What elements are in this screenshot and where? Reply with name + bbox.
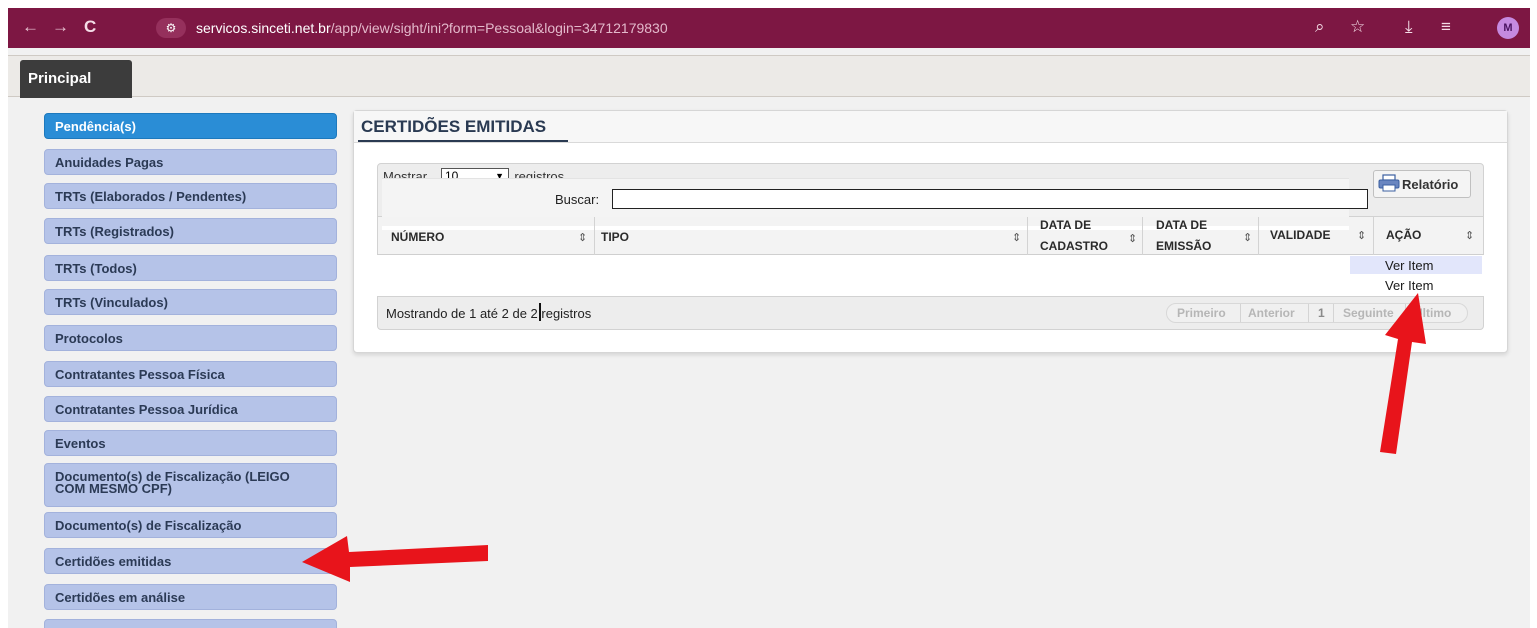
address-bar[interactable]: servicos.sinceti.net.br/app/view/sight/i… <box>196 18 668 38</box>
sidebar-item-trts-vinculados[interactable]: TRTs (Vinculados) <box>44 289 337 315</box>
sidebar-item-trts-registrados[interactable]: TRTs (Registrados) <box>44 218 337 244</box>
ver-item-link[interactable]: Ver Item <box>1385 258 1433 273</box>
sidebar-item-certidoes-analise[interactable]: Certidões em análise <box>44 584 337 610</box>
search-label: Buscar: <box>555 192 600 207</box>
reload-icon[interactable]: C <box>84 17 96 37</box>
sort-icon: ⇕ <box>1128 233 1138 245</box>
column-divider <box>1027 217 1028 255</box>
screenshot: ← → C ⚙ servicos.sinceti.net.br/app/view… <box>0 0 1537 628</box>
sidebar-item-pendencias[interactable]: Pendência(s) <box>44 113 337 139</box>
sidebar-item-protocolos[interactable]: Protocolos <box>44 325 337 351</box>
pagination-divider <box>1405 304 1406 322</box>
pagination-previous[interactable]: Anterior <box>1248 306 1295 320</box>
pagination-next[interactable]: Seguinte <box>1343 306 1394 320</box>
printer-icon <box>1378 174 1400 192</box>
sidebar-item-eventos[interactable]: Eventos <box>44 430 337 456</box>
sidebar-item-anuidades-pagas[interactable]: Anuidades Pagas <box>44 149 337 175</box>
site-settings-icon[interactable]: ⚙ <box>156 18 186 38</box>
search-input[interactable] <box>612 189 1368 209</box>
column-header-validade[interactable]: VALIDADE <box>1270 229 1330 242</box>
column-header-line: EMISSÃO <box>1156 239 1212 253</box>
pagination-divider <box>1240 304 1241 322</box>
column-header-data-cadastro[interactable]: DATA DE CADASTRO <box>1040 219 1108 253</box>
tab-principal[interactable]: Principal <box>20 60 132 98</box>
tab-strip <box>8 55 1530 97</box>
forward-icon[interactable]: → <box>52 17 69 37</box>
column-divider <box>1373 217 1374 255</box>
sidebar-item-partial[interactable] <box>44 619 337 628</box>
url-path: /app/view/sight/ini?form=Pessoal&login=3… <box>330 20 668 36</box>
bookmark-star-icon[interactable]: ☆ <box>1350 16 1365 38</box>
column-header-line: DATA DE <box>1040 218 1092 232</box>
page-title: CERTIDÕES EMITIDAS <box>361 117 547 136</box>
sidebar-item-trts-elaborados[interactable]: TRTs (Elaborados / Pendentes) <box>44 183 337 209</box>
zoom-icon[interactable]: ⌕ <box>1315 16 1325 38</box>
column-divider <box>1258 217 1259 255</box>
records-info: Mostrando de 1 até 2 de 2 registros <box>386 306 592 321</box>
column-divider <box>594 217 595 255</box>
sort-icon: ⇕ <box>1465 230 1475 242</box>
column-header-data-emissao[interactable]: DATA DE EMISSÃO <box>1156 219 1211 253</box>
sort-icon: ⇕ <box>1012 232 1022 244</box>
back-icon[interactable]: ← <box>22 17 39 37</box>
sort-icon: ⇕ <box>1357 230 1367 242</box>
sort-icon: ⇕ <box>1243 232 1253 244</box>
column-divider <box>1142 217 1143 255</box>
download-icon[interactable]: ⤓ <box>1405 16 1413 38</box>
ver-item-link[interactable]: Ver Item <box>1385 278 1433 293</box>
column-header-acao[interactable]: AÇÃO <box>1386 229 1421 242</box>
column-header-line: CADASTRO <box>1040 239 1108 253</box>
pagination-divider <box>1333 304 1334 322</box>
pagination-last[interactable]: Último <box>1414 306 1451 320</box>
sidebar-item-documentos-fiscalizacao[interactable]: Documento(s) de Fiscalização <box>44 512 337 538</box>
media-queue-icon[interactable]: ≡ <box>1441 16 1451 38</box>
sidebar-item-label: COM MESMO CPF) <box>55 481 172 496</box>
sidebar-item-contratantes-pf[interactable]: Contratantes Pessoa Física <box>44 361 337 387</box>
profile-avatar[interactable]: M <box>1497 17 1519 39</box>
sidebar-item-contratantes-pj[interactable]: Contratantes Pessoa Jurídica <box>44 396 337 422</box>
sort-icon: ⇕ <box>578 232 588 244</box>
sidebar-item-certidoes-emitidas[interactable]: Certidões emitidas <box>44 548 337 574</box>
pagination-first[interactable]: Primeiro <box>1177 306 1226 320</box>
title-underline <box>358 140 568 142</box>
column-header-tipo[interactable]: TIPO <box>601 231 629 244</box>
pagination-divider <box>1308 304 1309 322</box>
column-header-line: DATA DE <box>1156 218 1208 232</box>
column-header-numero[interactable]: NÚMERO <box>391 231 444 244</box>
text-cursor <box>539 303 541 321</box>
url-host: servicos.sinceti.net.br <box>196 20 331 36</box>
browser-toolbar: ← → C ⚙ servicos.sinceti.net.br/app/view… <box>8 8 1530 48</box>
pagination-current[interactable]: 1 <box>1318 306 1325 320</box>
sidebar-item-trts-todos[interactable]: TRTs (Todos) <box>44 255 337 281</box>
sidebar-item-documentos-fiscalizacao-leigo[interactable]: Documento(s) de Fiscalização (LEIGO COM … <box>44 463 337 507</box>
